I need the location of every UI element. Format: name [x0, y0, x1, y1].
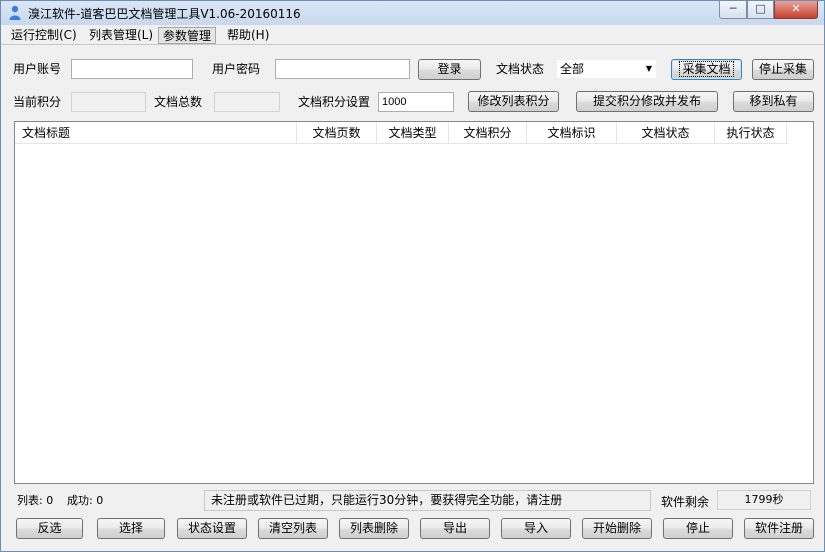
- menu-list-management[interactable]: 列表管理(L): [85, 27, 157, 44]
- menu-run-control[interactable]: 运行控制(C): [7, 27, 81, 44]
- move-private-button[interactable]: 移到私有: [733, 91, 814, 112]
- submit-publish-button[interactable]: 提交积分修改并发布: [576, 91, 718, 112]
- maximize-button[interactable]: □: [747, 1, 774, 19]
- invert-selection-button[interactable]: 反选: [16, 518, 83, 539]
- username-input[interactable]: [71, 59, 193, 79]
- delete-list-button[interactable]: 列表删除: [339, 518, 409, 539]
- col-exec-status[interactable]: 执行状态: [715, 122, 787, 144]
- doc-status-value: 全部: [560, 62, 585, 76]
- menu-help[interactable]: 帮助(H): [223, 27, 273, 44]
- menu-parameter-management[interactable]: 参数管理: [158, 27, 217, 44]
- user-app-icon: [9, 5, 21, 20]
- stop-collect-button[interactable]: 停止采集: [752, 59, 814, 80]
- window-title: 溴江软件-道客巴巴文档管理工具V1.06-20160116: [28, 7, 301, 21]
- current-points-field: [71, 92, 146, 112]
- import-button[interactable]: 导入: [501, 518, 571, 539]
- password-input[interactable]: [275, 59, 410, 79]
- col-doc-points[interactable]: 文档积分: [449, 122, 527, 144]
- collect-docs-button[interactable]: 采集文档: [671, 59, 742, 80]
- login-button[interactable]: 登录: [418, 59, 481, 80]
- stop-button[interactable]: 停止: [663, 518, 733, 539]
- points-setting-input[interactable]: 1000: [378, 92, 454, 112]
- status-settings-button[interactable]: 状态设置: [177, 518, 247, 539]
- menu-bar: 运行控制(C) 列表管理(L) 参数管理 帮助(H): [1, 25, 824, 45]
- doc-status-label: 文档状态: [496, 62, 545, 76]
- remaining-time-value: 1799秒: [717, 490, 811, 510]
- points-setting-label: 文档积分设置: [298, 95, 371, 109]
- title-bar[interactable]: 溴江软件-道客巴巴文档管理工具V1.06-20160116 ─ □ ✕: [1, 1, 824, 25]
- modify-points-button[interactable]: 修改列表积分: [468, 91, 559, 112]
- close-button[interactable]: ✕: [774, 1, 818, 19]
- dropdown-arrow-icon: ▼: [645, 64, 652, 73]
- username-label: 用户账号: [13, 62, 62, 76]
- col-doc-status[interactable]: 文档状态: [617, 122, 715, 144]
- doc-total-label: 文档总数: [154, 95, 203, 109]
- col-doc-pages[interactable]: 文档页数: [297, 122, 377, 144]
- clear-list-button[interactable]: 清空列表: [258, 518, 328, 539]
- start-delete-button[interactable]: 开始删除: [582, 518, 652, 539]
- document-list[interactable]: 文档标题 文档页数 文档类型 文档积分 文档标识 文档状态 执行状态: [14, 121, 814, 484]
- register-software-button[interactable]: 软件注册: [744, 518, 814, 539]
- collect-docs-label: 采集文档: [679, 61, 734, 77]
- remaining-time-label: 软件剩余: [661, 495, 710, 509]
- success-count-label: 成功: 0: [67, 494, 104, 507]
- list-count-label: 列表: 0: [17, 494, 54, 507]
- export-button[interactable]: 导出: [420, 518, 490, 539]
- list-header: 文档标题 文档页数 文档类型 文档积分 文档标识 文档状态 执行状态: [15, 122, 788, 144]
- select-button[interactable]: 选择: [97, 518, 165, 539]
- col-doc-id[interactable]: 文档标识: [527, 122, 617, 144]
- app-window: 溴江软件-道客巴巴文档管理工具V1.06-20160116 ─ □ ✕ 运行控制…: [0, 0, 825, 552]
- minimize-button[interactable]: ─: [719, 1, 747, 19]
- doc-status-select[interactable]: 全部 ▼: [556, 59, 657, 79]
- doc-total-field: [214, 92, 280, 112]
- registration-message: 未注册或软件已过期，只能运行30分钟，要获得完全功能，请注册: [204, 490, 651, 511]
- current-points-label: 当前积分: [13, 95, 62, 109]
- password-label: 用户密码: [212, 62, 261, 76]
- col-doc-title[interactable]: 文档标题: [15, 122, 297, 144]
- col-doc-type[interactable]: 文档类型: [377, 122, 449, 144]
